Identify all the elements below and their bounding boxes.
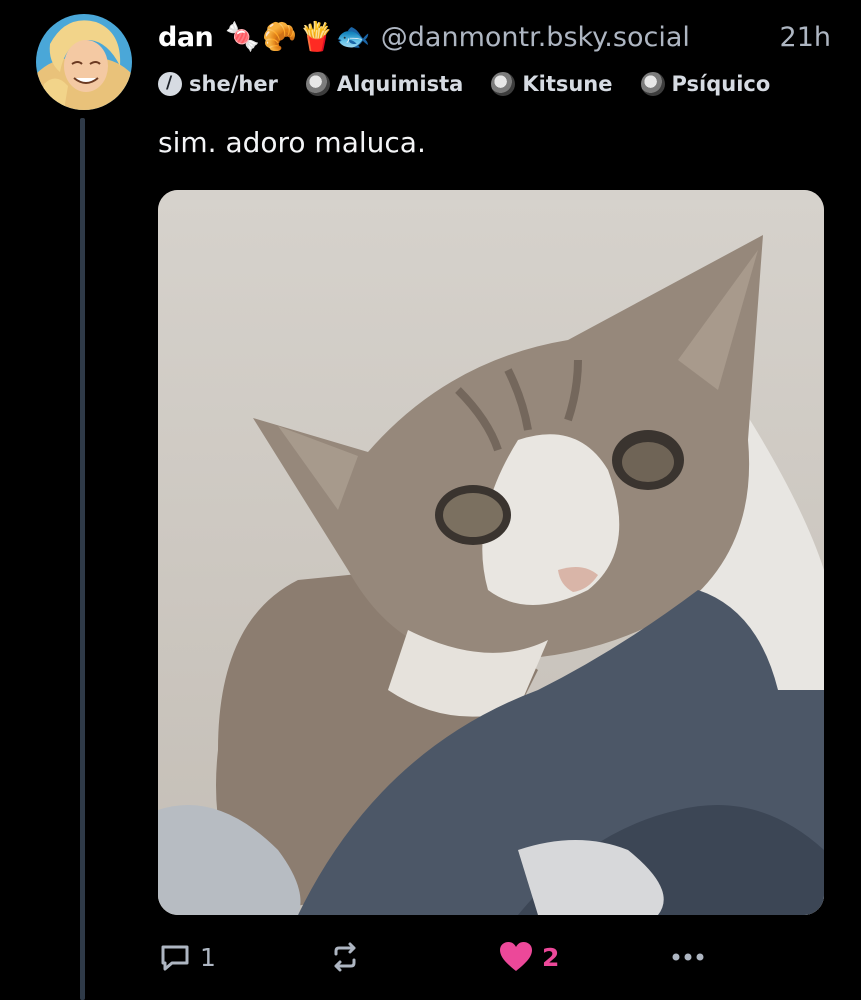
profile-labels: she/her Alquimista Kitsune Psíquico [158,72,798,96]
avatar[interactable] [36,14,132,110]
post-actions: 1 2 [158,940,718,984]
display-name[interactable]: dan [158,22,214,53]
label-psiquico[interactable]: Psíquico [640,72,771,96]
repost-icon [334,942,356,972]
cat-photo [158,190,824,915]
more-options-button[interactable] [668,940,708,974]
label-text: Alquimista [336,72,464,96]
label-kitsune[interactable]: Kitsune [491,72,613,96]
label-pronouns[interactable]: she/her [158,72,278,96]
thread-line [80,118,85,1000]
avatar-image [36,14,132,110]
reply-count: 1 [200,942,216,972]
post-text: sim. adoro maluca. [158,126,426,159]
candy-emoji: 🍬 [225,20,261,53]
post-header: dan 🍬 🥐 🍟 🐟 @danmontr.bsky.social 21h [158,12,831,62]
fries-emoji: 🍟 [299,20,334,53]
more-icon [672,953,704,961]
repost-button[interactable] [328,940,362,974]
author-handle[interactable]: @danmontr.bsky.social [381,22,690,53]
badge-icon [305,72,330,96]
like-count: 2 [542,942,560,972]
fish-emoji: 🐟 [335,20,371,53]
reply-button[interactable]: 1 [158,940,216,974]
heart-icon [500,942,532,971]
info-icon [158,72,182,96]
label-text: Kitsune [522,72,613,96]
like-button[interactable]: 2 [498,940,559,974]
croissant-emoji: 🥐 [262,20,298,53]
post-time[interactable]: 21h [780,22,831,53]
badge-icon [491,72,516,96]
post-image[interactable] [158,190,824,915]
reply-icon [161,945,189,971]
label-alquimista[interactable]: Alquimista [305,72,464,96]
label-text: she/her [189,72,278,96]
badge-icon [640,72,665,96]
label-text: Psíquico [671,72,771,96]
